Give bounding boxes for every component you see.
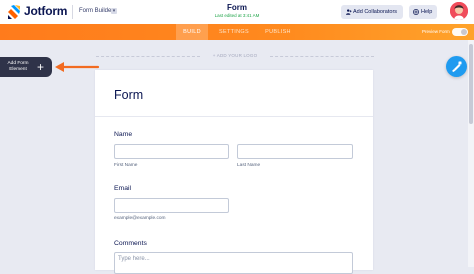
form-card: Form Name First Name Last Name Email exa… xyxy=(95,70,373,274)
jotform-logo-icon[interactable] xyxy=(5,4,21,20)
tab-settings[interactable]: SETTINGS xyxy=(213,24,255,40)
email-label[interactable]: Email xyxy=(114,185,131,192)
top-header: Jotform Form Builder ▾ Form Last edited … xyxy=(0,0,474,25)
last-name-input[interactable] xyxy=(237,144,353,159)
first-name-input[interactable] xyxy=(114,144,229,159)
form-builder-label[interactable]: Form Builder xyxy=(79,8,113,14)
plus-icon: + xyxy=(37,60,45,74)
email-sublabel: example@example.com xyxy=(114,216,166,221)
comments-placeholder: Type here... xyxy=(118,256,150,262)
preview-form-label: Preview Form xyxy=(422,29,450,34)
scrollbar-thumb[interactable] xyxy=(469,44,473,124)
comments-label[interactable]: Comments xyxy=(114,240,147,247)
help-button[interactable]: Help xyxy=(409,5,437,19)
help-label: Help xyxy=(421,9,433,15)
header-divider xyxy=(72,5,73,19)
form-title[interactable]: Form xyxy=(200,3,274,12)
heading-divider xyxy=(95,116,373,117)
logo-dashed-line-right xyxy=(270,56,374,57)
help-icon xyxy=(413,9,419,15)
avatar-illustration xyxy=(450,2,468,20)
page-scrollbar[interactable] xyxy=(468,40,474,267)
add-form-element-label: Add Form Element xyxy=(7,61,29,72)
add-collaborators-button[interactable]: Add Collaborators xyxy=(341,5,403,19)
brand-name[interactable]: Jotform xyxy=(24,4,67,18)
add-collaborators-label: Add Collaborators xyxy=(353,9,398,15)
last-name-sublabel: Last Name xyxy=(237,163,261,168)
toggle-knob xyxy=(461,29,467,35)
avatar[interactable] xyxy=(450,2,468,20)
user-plus-icon xyxy=(346,9,352,15)
paint-roller-icon xyxy=(452,61,462,72)
name-label[interactable]: Name xyxy=(114,131,132,138)
last-edited-status: Last edited at 3:41 AM xyxy=(214,13,260,18)
builder-tabs-bar: BUILD SETTINGS PUBLISH Preview Form xyxy=(0,24,474,40)
arrow-left-icon xyxy=(55,62,100,72)
email-input[interactable] xyxy=(114,198,229,213)
add-form-element-button[interactable]: Add Form Element + xyxy=(0,57,52,77)
form-designer-button[interactable] xyxy=(446,56,467,77)
chevron-down-icon[interactable]: ▾ xyxy=(111,8,117,14)
tab-build[interactable]: BUILD xyxy=(176,24,208,40)
logo-dashed-line-left xyxy=(96,56,200,57)
first-name-sublabel: First Name xyxy=(114,163,138,168)
preview-form-toggle[interactable] xyxy=(452,28,468,36)
add-your-logo-link[interactable]: + ADD YOUR LOGO xyxy=(200,53,270,58)
tab-publish[interactable]: PUBLISH xyxy=(260,24,296,40)
form-heading[interactable]: Form xyxy=(114,88,143,102)
